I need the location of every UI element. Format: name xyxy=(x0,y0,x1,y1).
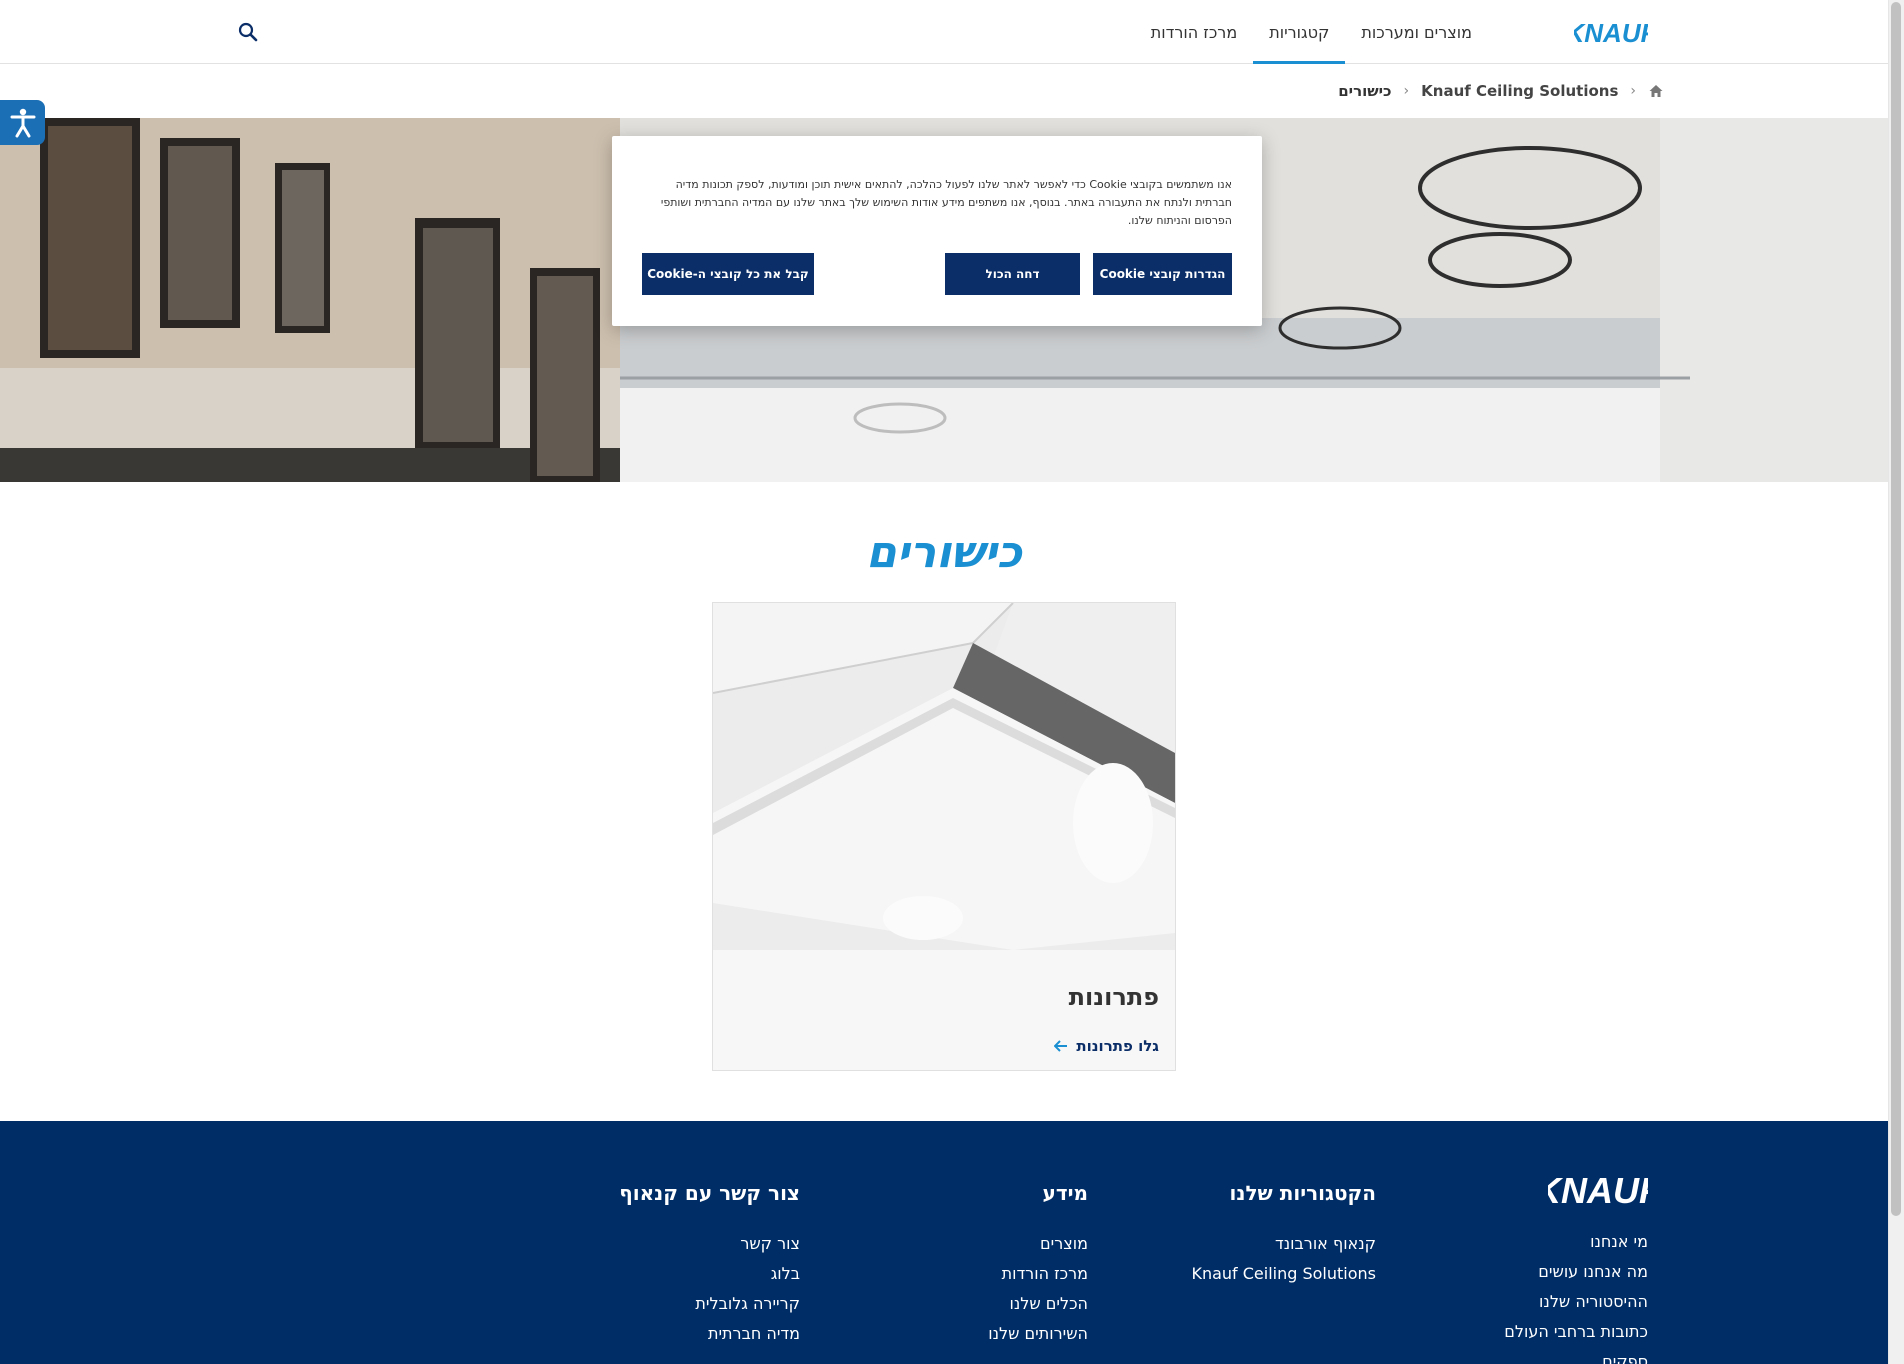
footer-about: מי אנחנו מה אנחנו עושים ההיסטוריה שלנו כ… xyxy=(1504,1227,1648,1364)
footer-heading: צור קשר עם קנאוף xyxy=(619,1181,800,1205)
footer-categories: הקטגוריות שלנו קנאוף אורבונד Knauf Ceili… xyxy=(1191,1181,1376,1289)
footer-info: מידע מוצרים מרכז הורדות הכלים שלנו השירו… xyxy=(988,1181,1088,1349)
cookie-dialog: אנו משתמשים בקובצי Cookie כדי לאפשר לאתר… xyxy=(612,136,1262,326)
svg-text:KNAUF: KNAUF xyxy=(1574,18,1648,48)
accessibility-icon[interactable] xyxy=(0,100,45,145)
reject-all-button[interactable]: דחה הכול xyxy=(945,253,1080,295)
footer-link[interactable]: ההיסטוריה שלנו xyxy=(1504,1287,1648,1317)
cookie-settings-button[interactable]: הגדרות קובצי Cookie xyxy=(1093,253,1232,295)
footer-link[interactable]: בלוג xyxy=(619,1259,800,1289)
home-icon[interactable] xyxy=(1648,83,1664,99)
nav-item-categories[interactable]: קטגוריות xyxy=(1253,0,1346,64)
footer-link[interactable]: מדיה חברתית xyxy=(619,1319,800,1349)
page-scrollbar[interactable] xyxy=(1888,0,1904,1364)
nav-item-products[interactable]: מוצרים ומערכות xyxy=(1345,0,1488,64)
cookie-text: אנו משתמשים בקובצי Cookie כדי לאפשר לאתר… xyxy=(660,178,1232,227)
footer-link[interactable]: צור קשר xyxy=(619,1229,800,1259)
search-icon[interactable] xyxy=(236,20,260,44)
footer-link[interactable]: מוצרים xyxy=(988,1229,1088,1259)
scrollbar-thumb[interactable] xyxy=(1891,2,1901,1216)
breadcrumb-link[interactable]: Knauf Ceiling Solutions xyxy=(1421,82,1618,100)
ceiling-panel-image xyxy=(713,603,1175,950)
site-footer: KNAUF מי אנחנו מה אנחנו עושים ההיסטוריה … xyxy=(0,1121,1888,1364)
footer-heading: מידע xyxy=(1042,1181,1088,1205)
breadcrumb: ‹ Knauf Ceiling Solutions ‹ כישורים xyxy=(1338,80,1664,102)
card-link-label: גלו פתרונות xyxy=(1076,1037,1159,1055)
footer-contact: צור קשר עם קנאוף צור קשר בלוג קריירה גלו… xyxy=(619,1181,800,1349)
footer-link[interactable]: השירותים שלנו xyxy=(988,1319,1088,1349)
knauf-footer-logo[interactable]: KNAUF xyxy=(1548,1165,1648,1211)
chevron-icon: ‹ xyxy=(1630,83,1636,99)
footer-link[interactable]: ספקים xyxy=(1504,1347,1648,1364)
footer-heading: הקטגוריות שלנו xyxy=(1229,1181,1376,1205)
solution-card[interactable]: פתרונות גלו פתרונות xyxy=(712,602,1176,1071)
footer-link[interactable]: מרכז הורדות xyxy=(988,1259,1088,1289)
knauf-logo[interactable]: KNAUF xyxy=(1574,14,1648,50)
accept-all-button[interactable]: קבל את כל קובצי ה-Cookie xyxy=(642,253,814,295)
main-nav: מוצרים ומערכות קטגוריות מרכז הורדות xyxy=(1135,0,1488,64)
footer-link[interactable]: מי אנחנו xyxy=(1504,1227,1648,1257)
nav-item-downloads[interactable]: מרכז הורדות xyxy=(1135,0,1253,64)
breadcrumb-current: כישורים xyxy=(1338,82,1392,100)
arrow-left-icon xyxy=(1054,1040,1068,1052)
chevron-icon: ‹ xyxy=(1403,83,1410,99)
page-title: כישורים xyxy=(866,527,1022,578)
card-title: פתרונות xyxy=(1068,983,1159,1011)
footer-link[interactable]: Knauf Ceiling Solutions xyxy=(1191,1259,1376,1289)
site-header: KNAUF מוצרים ומערכות קטגוריות מרכז הורדו… xyxy=(0,0,1888,64)
footer-link[interactable]: כתובות ברחבי העולם xyxy=(1504,1317,1648,1347)
footer-link[interactable]: קנאוף אורבונד xyxy=(1191,1229,1376,1259)
card-link[interactable]: גלו פתרונות xyxy=(1054,1037,1159,1055)
svg-text:KNAUF: KNAUF xyxy=(1548,1170,1648,1211)
footer-link[interactable]: הכלים שלנו xyxy=(988,1289,1088,1319)
footer-link[interactable]: מה אנחנו עושים xyxy=(1504,1257,1648,1287)
footer-link[interactable]: קריירה גלובלית xyxy=(619,1289,800,1319)
